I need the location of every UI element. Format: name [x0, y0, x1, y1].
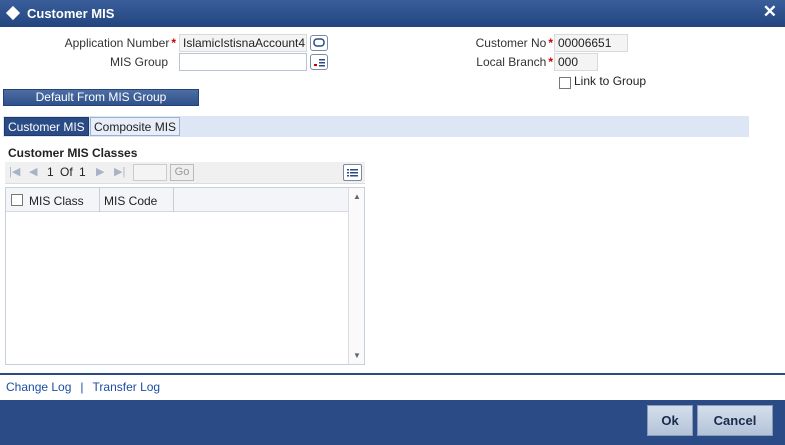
select-all-checkbox[interactable]: [11, 194, 23, 206]
footer-links: Change Log | Transfer Log: [6, 380, 160, 394]
lov-icon[interactable]: [310, 35, 328, 51]
cancel-button[interactable]: Cancel: [697, 405, 773, 436]
customer-no-field[interactable]: 00006651: [554, 34, 628, 52]
go-button[interactable]: Go: [170, 164, 194, 181]
lov-icon[interactable]: [310, 54, 328, 70]
customer-no-label-text: Customer No: [475, 36, 547, 50]
application-number-label-text: Application Number: [64, 36, 170, 50]
required-mark: *: [548, 55, 553, 69]
tab-composite-mis[interactable]: Composite MIS: [90, 117, 181, 136]
of-label: Of: [60, 165, 73, 179]
local-branch-field[interactable]: 000: [554, 53, 598, 71]
application-number-label: Application Number *: [30, 36, 176, 50]
pager: |◀ ◀ 1 Of 1 ▶ ▶| Go: [5, 162, 365, 184]
column-header-mis-code[interactable]: MIS Code: [104, 194, 157, 208]
link-separator: |: [80, 380, 84, 394]
transfer-log-link[interactable]: Transfer Log: [93, 380, 161, 394]
column-divider: [99, 188, 100, 212]
first-page-icon[interactable]: |◀: [9, 165, 20, 178]
title-bar: Customer MIS ✕: [0, 0, 785, 27]
grid-scrollbar[interactable]: ▲ ▼: [348, 188, 364, 364]
change-log-link[interactable]: Change Log: [6, 380, 71, 394]
column-header-mis-class[interactable]: MIS Class: [29, 194, 84, 208]
scroll-up-icon[interactable]: ▲: [353, 192, 361, 201]
prev-page-icon[interactable]: ◀: [29, 165, 37, 178]
application-number-field[interactable]: IslamicIstisnaAccount4: [179, 34, 307, 52]
scroll-down-icon[interactable]: ▼: [353, 351, 361, 360]
diamond-icon: [5, 5, 21, 21]
tab-customer-mis[interactable]: Customer MIS: [4, 117, 89, 136]
mis-group-label: MIS Group: [109, 55, 168, 69]
close-icon[interactable]: ✕: [763, 2, 777, 22]
local-branch-label-text: Local Branch: [476, 55, 547, 69]
mis-group-input[interactable]: [179, 53, 307, 71]
required-mark: *: [171, 36, 176, 50]
divider: [0, 373, 785, 375]
link-to-group-label: Link to Group: [574, 74, 647, 88]
link-to-group-checkbox[interactable]: [559, 77, 571, 89]
customer-no-label: Customer No *: [440, 36, 553, 50]
last-page-icon[interactable]: ▶|: [114, 165, 125, 178]
window-title: Customer MIS: [27, 6, 115, 21]
tab-strip: Customer MIS Composite MIS: [3, 116, 749, 137]
next-page-icon[interactable]: ▶: [96, 165, 104, 178]
grid-options-icon[interactable]: [343, 164, 362, 181]
default-from-mis-group-button[interactable]: Default From MIS Group: [3, 89, 199, 106]
column-divider: [173, 188, 174, 212]
ok-button[interactable]: Ok: [647, 405, 693, 436]
required-mark: *: [548, 36, 553, 50]
section-title: Customer MIS Classes: [8, 146, 138, 160]
grid-header: MIS Class MIS Code: [6, 188, 349, 212]
local-branch-label: Local Branch *: [440, 55, 553, 69]
current-page: 1: [47, 165, 54, 179]
mis-classes-grid: MIS Class MIS Code ▲ ▼: [5, 187, 365, 365]
total-pages: 1: [79, 165, 86, 179]
page-input[interactable]: [133, 164, 167, 181]
